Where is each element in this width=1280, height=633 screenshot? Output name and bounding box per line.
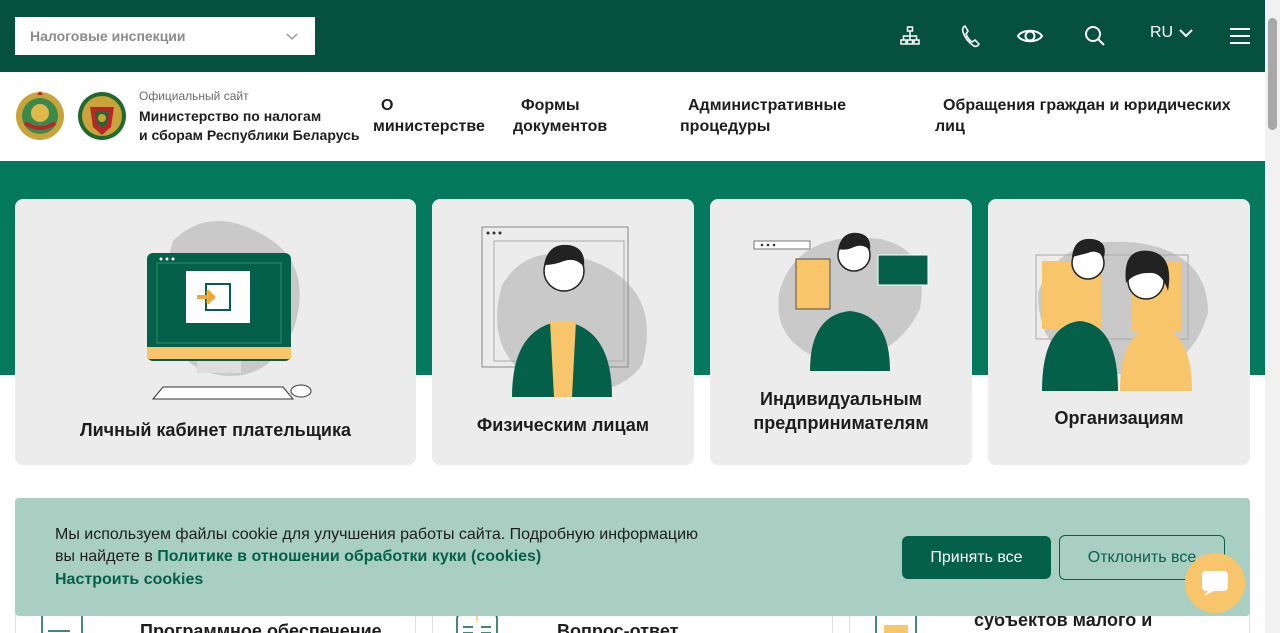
nav-citizen-appeals[interactable]: Обращения граждан и юридических лиц [935,95,1231,137]
cookie-text-line2: вы найдете в [55,548,158,565]
cookie-text: Мы используем файлы cookie для улучшения… [55,524,755,568]
card-individuals-label: Физическим лицам [476,415,650,435]
cookie-text-line1: Мы используем файлы cookie для улучшения… [55,526,699,543]
nav-administrative-procedures[interactable]: Административные процедуры [680,95,846,137]
nav-document-forms-line2: документов [513,118,608,135]
card-software-label: Программное обеспечение [140,621,382,633]
cookie-banner: Мы используем файлы cookie для улучшения… [15,498,1250,616]
nav-about-ministry-line1: О [381,97,394,114]
card-entrepreneurs-label-line1: Индивидуальным [760,389,922,409]
nav-about-ministry[interactable]: О министерстве [373,95,485,137]
entrepreneur-illustration-icon [753,232,929,371]
svg-text:!: ! [475,615,479,626]
ministry-name[interactable]: Министерство по налогам и сборам Республ… [139,107,369,145]
card-personal-account[interactable]: Личный кабинет плательщика [15,199,416,465]
nav-citizen-appeals-line2: лиц [935,118,965,135]
cookie-settings-link[interactable]: Настроить cookies [55,571,203,589]
accept-all-button[interactable]: Принять все [902,536,1051,579]
ministry-emblem-icon [78,92,126,140]
organization-illustration-icon [1035,238,1208,391]
cookie-policy-link[interactable]: Политике в отношении обработки куки (coo… [157,548,541,565]
card-entrepreneurs[interactable]: Индивидуальным предпринимателям [710,199,972,465]
computer-illustration-icon [147,221,312,400]
official-site-label: Официальный сайт [139,89,249,103]
search-icon[interactable] [1081,22,1109,50]
card-organizations[interactable]: Организациям [988,199,1250,465]
chat-icon [1202,571,1228,596]
ministry-name-line2: и сборам Республики Беларусь [139,127,360,143]
card-faq-label: Вопрос-ответ [557,621,679,633]
nav-about-ministry-line2: министерстве [373,118,485,135]
state-emblem-icon [16,91,64,140]
sitemap-icon[interactable] [896,22,924,50]
scrollbar-thumb[interactable] [1268,18,1277,130]
nav-document-forms-line1: Формы [521,97,580,114]
language-value: RU [1150,24,1174,41]
nav-citizen-appeals-line1: Обращения граждан и юридических [943,97,1231,114]
nav-admin-procedures-line1: Административные [688,97,847,114]
tax-inspection-select[interactable]: Налоговые инспекции [15,17,315,55]
phone-icon[interactable] [956,22,984,50]
card-organizations-label: Организациям [1054,408,1184,428]
chat-button[interactable] [1185,553,1245,613]
nav-admin-procedures-line2: процедуры [680,118,771,135]
scrollbar[interactable] [1265,0,1280,633]
card-entrepreneurs-label-line2: предпринимателям [753,413,929,433]
card-entrepreneurs-label: Индивидуальным предпринимателям [710,387,972,435]
language-select[interactable]: RU [1150,24,1193,42]
chevron-down-icon [1179,29,1193,38]
nav-document-forms[interactable]: Формы документов [513,95,607,137]
ministry-name-line1: Министерство по налогам [139,108,322,124]
chevron-down-icon [286,33,298,41]
card-individuals[interactable]: Физическим лицам [432,199,694,465]
site-header: Официальный сайт Министерство по налогам… [0,72,1265,161]
menu-icon[interactable] [1226,22,1254,50]
person-illustration-icon [481,226,647,397]
top-bar: Налоговые инспекции RU [0,0,1265,72]
eye-icon[interactable] [1014,22,1046,50]
card-personal-account-label: Личный кабинет плательщика [79,420,352,440]
tax-inspection-select-value: Налоговые инспекции [30,28,186,44]
